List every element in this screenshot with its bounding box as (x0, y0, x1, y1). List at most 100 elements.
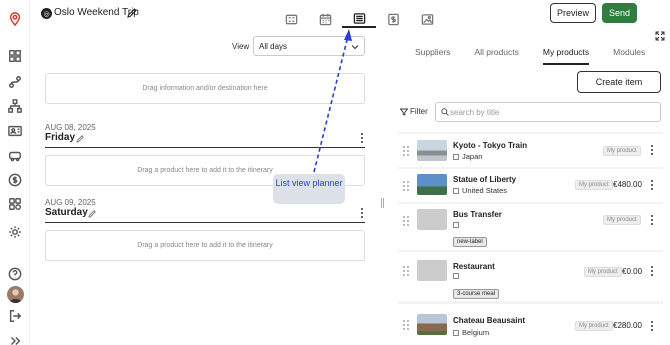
product-row[interactable]: Chateau Beausaint Belgium My product €28… (398, 304, 663, 345)
price-icon (387, 13, 399, 25)
product-location: Belgium (453, 328, 489, 337)
day-date: AUG 08, 2025 (45, 123, 96, 132)
product-location (453, 222, 462, 228)
search-icon (441, 108, 449, 116)
tab-modules[interactable]: Modules (613, 45, 645, 65)
dashboard-icon[interactable] (7, 48, 23, 64)
product-price: €0.00 (622, 267, 643, 276)
trip-globe-icon: ◎ (41, 8, 52, 19)
preview-button[interactable]: Preview (550, 3, 596, 23)
product-tag: 3-course meal (453, 289, 500, 299)
view-select[interactable]: All days (253, 36, 365, 56)
product-name: Statue of Liberty (453, 175, 517, 184)
drag-handle-icon[interactable] (403, 266, 409, 276)
tab-all-products[interactable]: All products (474, 45, 518, 65)
product-thumbnail (417, 209, 447, 230)
product-location (453, 273, 462, 279)
edit-day-pencil-icon[interactable] (76, 134, 85, 143)
product-name: Kyoto - Tokyo Train (453, 141, 528, 150)
product-menu-kebab-icon[interactable] (649, 321, 655, 331)
tab-my-products[interactable]: My products (542, 45, 590, 65)
day-divider (45, 222, 365, 223)
create-item-button[interactable]: Create item (577, 71, 661, 93)
edit-pencil-icon[interactable] (126, 7, 138, 19)
grid-view-icon (285, 14, 297, 24)
search-placeholder: search by title (450, 107, 500, 117)
location-pin-icon[interactable] (7, 11, 23, 27)
fullscreen-icon[interactable] (655, 31, 665, 41)
tab-suppliers[interactable]: Suppliers (415, 45, 450, 65)
building-icon (453, 153, 459, 160)
drag-handle-icon[interactable] (403, 320, 409, 330)
product-menu-kebab-icon[interactable] (649, 145, 655, 155)
route-icon[interactable] (7, 74, 23, 90)
my-product-badge: My product (575, 180, 613, 190)
day-name: Friday (45, 132, 76, 143)
product-thumbnail (417, 174, 447, 195)
my-product-badge: My product (603, 146, 641, 156)
drag-handle-icon[interactable] (403, 181, 409, 191)
settings-gear-icon[interactable] (7, 224, 23, 240)
bus-icon (453, 222, 459, 228)
product-thumbnail (417, 140, 447, 161)
drag-handle-icon[interactable] (403, 216, 409, 226)
tab-list-view[interactable] (342, 10, 376, 28)
view-select-value: All days (259, 41, 288, 51)
tab-grid-view[interactable] (274, 10, 308, 28)
product-name: Bus Transfer (453, 210, 502, 219)
user-avatar[interactable] (7, 286, 24, 303)
filter-label: Filter (410, 107, 428, 116)
view-switcher (274, 10, 444, 28)
tab-calendar-view[interactable] (308, 10, 342, 28)
product-name: Restaurant (453, 262, 495, 271)
product-tag: new-label (453, 237, 487, 247)
logout-icon[interactable] (7, 308, 23, 324)
day-menu-kebab-icon[interactable] (359, 133, 365, 143)
send-button[interactable]: Send (602, 3, 637, 23)
edit-day-pencil-icon[interactable] (88, 209, 97, 218)
contacts-icon[interactable] (7, 123, 23, 139)
day-name: Saturday (45, 207, 88, 218)
product-menu-kebab-icon[interactable] (649, 215, 655, 225)
product-price: €280.00 (613, 321, 642, 330)
transport-icon[interactable] (7, 148, 23, 164)
landmark-icon (453, 187, 459, 194)
filter-button[interactable]: Filter (400, 107, 428, 116)
product-menu-kebab-icon[interactable] (649, 266, 655, 276)
product-row[interactable]: Kyoto - Tokyo Train Japan My product (398, 134, 663, 167)
products-tabs: Suppliers All products My products Modul… (415, 45, 669, 65)
hierarchy-icon[interactable] (7, 98, 23, 114)
product-menu-kebab-icon[interactable] (649, 180, 655, 190)
tab-image-view[interactable] (410, 10, 444, 28)
my-product-badge: My product (575, 321, 613, 331)
product-list: Kyoto - Tokyo Train Japan My product Sta… (398, 132, 663, 345)
my-product-badge: My product (584, 267, 622, 277)
day-menu-kebab-icon[interactable] (359, 208, 365, 218)
product-thumbnail (417, 314, 447, 335)
tab-price-view[interactable] (376, 10, 410, 28)
top-bar: ◎ Oslo Weekend Trip Preview Send (30, 0, 670, 32)
chevron-down-icon (351, 45, 359, 50)
search-input[interactable]: search by title (435, 102, 661, 122)
building-icon (453, 329, 459, 336)
product-row[interactable]: Statue of Liberty United States My produ… (398, 169, 663, 202)
day-product-dropzone[interactable]: Drag a product here to add it to the iti… (45, 230, 365, 261)
product-row[interactable]: Bus Transfer new-label My product (398, 204, 663, 250)
product-location: United States (453, 186, 507, 195)
product-thumbnail (417, 260, 447, 281)
list-view-icon (353, 12, 365, 24)
drag-handle-icon[interactable] (403, 146, 409, 156)
my-product-badge: My product (603, 215, 641, 225)
modules-icon[interactable] (7, 196, 23, 212)
help-icon[interactable] (7, 266, 23, 282)
expand-sidebar-icon[interactable] (7, 333, 23, 345)
panel-resize-handle[interactable] (381, 198, 384, 208)
cutlery-icon (453, 273, 459, 279)
product-name: Chateau Beausaint (453, 316, 526, 325)
dollar-icon[interactable] (7, 172, 23, 188)
annotation-callout: List view planner (273, 174, 345, 204)
destination-dropzone[interactable]: Drag information and/or destination here (45, 73, 365, 104)
day-date: AUG 09, 2025 (45, 198, 96, 207)
calendar-icon (319, 13, 331, 25)
product-row[interactable]: Restaurant 3-course meal My product €0.0… (398, 252, 663, 301)
